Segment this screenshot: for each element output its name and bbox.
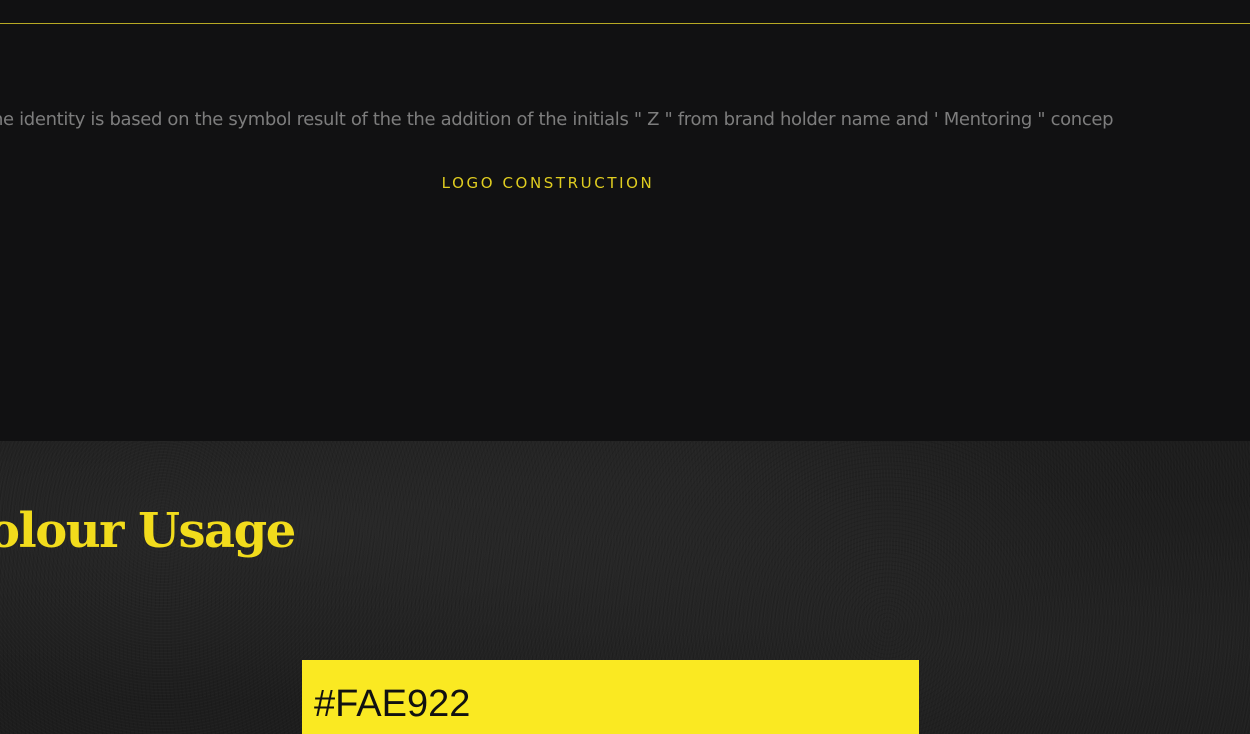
brand-identity-section: he identity is based on the symbol resul… xyxy=(0,0,1250,441)
colour-usage-heading: olour Usage xyxy=(0,503,296,559)
primary-colour-swatch: #FAE922 xyxy=(302,660,919,734)
identity-description: he identity is based on the symbol resul… xyxy=(0,109,1114,130)
logo-construction-heading: LOGO CONSTRUCTION xyxy=(441,174,655,192)
colour-usage-section: olour Usage #FAE922 xyxy=(0,441,1250,734)
swatch-hex-code: #FAE922 xyxy=(314,683,471,725)
top-divider xyxy=(0,23,1250,24)
